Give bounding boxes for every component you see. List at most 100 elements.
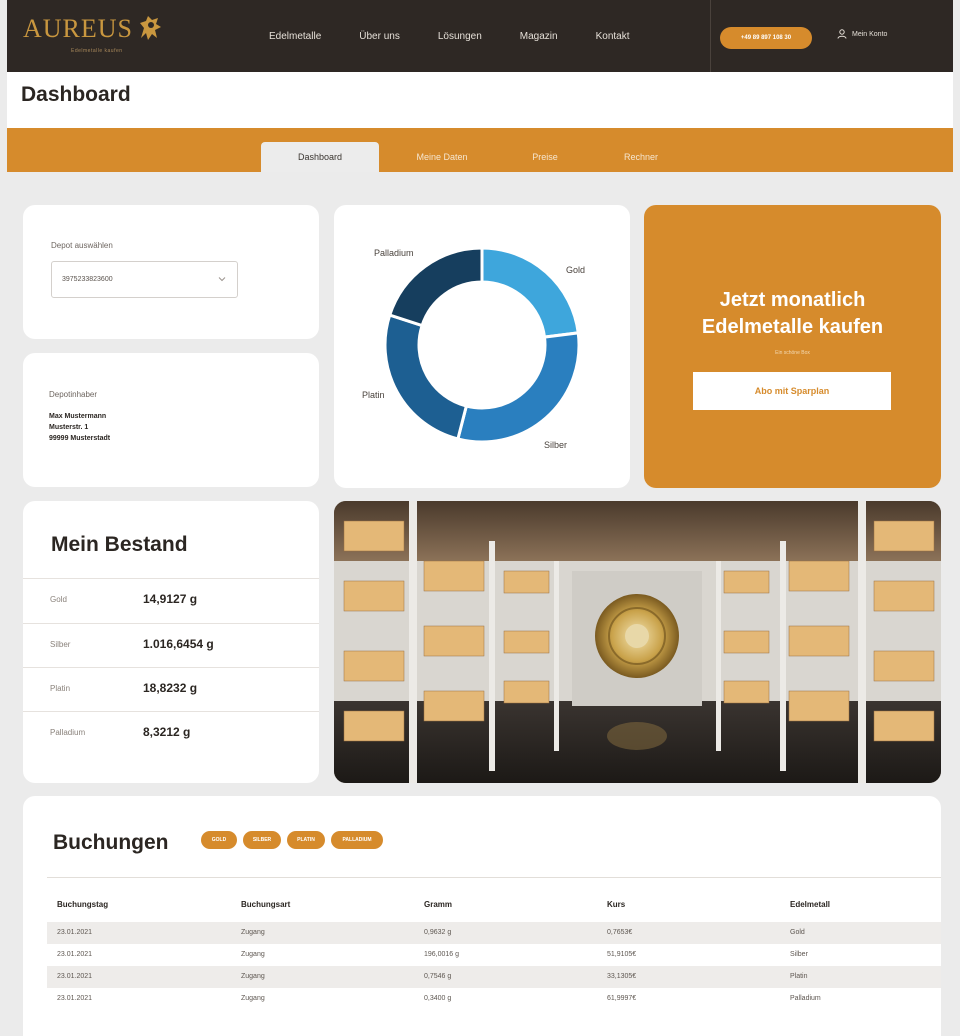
donut-label-gold: Gold: [566, 265, 585, 275]
table-cell: Zugang: [241, 973, 265, 980]
metal-distribution-chart: Gold Silber Platin Palladium: [362, 246, 585, 450]
tab-preise[interactable]: Preise: [515, 142, 575, 172]
logo[interactable]: AUREUS Edelmetalle kaufen: [23, 14, 165, 54]
page-title: Dashboard: [21, 83, 131, 106]
table-cell: 23.01.2021: [57, 929, 93, 936]
holdings-card: Mein Bestand Gold 14,9127 g Silber 1.016…: [23, 501, 319, 783]
table-cell: Zugang: [241, 951, 265, 958]
table-cell: 0,7653€: [607, 929, 633, 936]
column-header-date: Buchungstag: [57, 900, 109, 909]
holdings-title: Mein Bestand: [51, 533, 188, 556]
logo-text: AUREUS: [23, 14, 134, 43]
promo-title-line1: Jetzt monatlich: [719, 289, 866, 311]
nav-divider: [710, 0, 711, 72]
logo-tagline: Edelmetalle kaufen: [71, 48, 123, 54]
donut-label-silber: Silber: [544, 440, 567, 450]
nav-item-edelmetalle[interactable]: Edelmetalle: [269, 31, 321, 42]
donut-slice-gold: [480, 246, 580, 339]
table-row: 23.01.2021 Zugang 0,9632 g 0,7653€ Gold: [47, 922, 941, 944]
table-cell: Zugang: [241, 995, 265, 1002]
depot-card: Depot auswählen 3975233823600: [23, 205, 319, 339]
tab-meine-daten[interactable]: Meine Daten: [399, 142, 485, 172]
holding-value: 14,9127 g: [143, 592, 198, 606]
owner-city: 99999 Musterstadt: [49, 435, 111, 442]
donut-label-palladium: Palladium: [374, 248, 414, 258]
lion-icon: [140, 16, 162, 40]
tab-bar: Dashboard Meine Daten Preise Rechner: [7, 128, 953, 172]
donut-slice-palladium: [387, 246, 484, 328]
holding-metal: Platin: [50, 684, 71, 693]
table-cell: Gold: [790, 929, 805, 936]
table-cell: 0,3400 g: [424, 995, 452, 1002]
table-cell: 0,9632 g: [424, 929, 452, 936]
table-row: 23.01.2021 Zugang 196,0016 g 51,9105€ Si…: [47, 944, 941, 966]
tab-rechner[interactable]: Rechner: [611, 142, 671, 172]
column-header-rate: Kurs: [607, 900, 626, 909]
table-row: 23.01.2021 Zugang 0,7546 g 33,1305€ Plat…: [47, 966, 941, 988]
depot-label: Depot auswählen: [51, 241, 113, 250]
bookings-title: Buchungen: [53, 831, 169, 854]
holding-metal: Silber: [50, 640, 71, 649]
table-cell: Platin: [790, 973, 808, 980]
table-cell: 0,7546 g: [424, 973, 452, 980]
column-header-type: Buchungsart: [241, 900, 291, 909]
table-cell: 23.01.2021: [57, 973, 93, 980]
nav-item-magazin[interactable]: Magazin: [520, 31, 558, 42]
table-cell: Zugang: [241, 929, 265, 936]
table-row: 23.01.2021 Zugang 0,3400 g 61,9997€ Pall…: [47, 988, 941, 1010]
user-icon: [837, 29, 847, 39]
filter-silber-button[interactable]: SILBER: [243, 831, 281, 849]
promo-title: Jetzt monatlich Edelmetalle kaufen: [644, 287, 941, 341]
donut-slice-platin: [383, 313, 469, 441]
account-label: Mein Konto: [852, 30, 888, 38]
owner-name: Max Mustermann: [49, 413, 107, 420]
promo-subtext: Ein schöne Box: [775, 350, 810, 356]
owner-label: Depotinhaber: [49, 390, 98, 399]
promo-title-line2: Edelmetalle kaufen: [701, 316, 884, 338]
table-cell: 23.01.2021: [57, 951, 93, 958]
nav-item-kontakt[interactable]: Kontakt: [596, 31, 630, 42]
holding-value: 18,8232 g: [143, 681, 198, 695]
page-header: Dashboard: [7, 72, 953, 128]
column-header-grams: Gramm: [424, 900, 453, 909]
holding-row: Platin 18,8232 g: [23, 667, 319, 712]
phone-button[interactable]: +49 89 897 108 30: [720, 27, 812, 49]
account-link[interactable]: Mein Konto: [837, 29, 887, 39]
owner-card: Depotinhaber Max Mustermann Musterstr. 1…: [23, 353, 319, 487]
vault-illustration: [334, 501, 941, 783]
top-navigation: AUREUS Edelmetalle kaufen Edelmetalle Üb…: [7, 0, 953, 72]
holding-row: Palladium 8,3212 g: [23, 711, 319, 756]
filter-platin-button[interactable]: PLATIN: [287, 831, 325, 849]
nav-item-loesungen[interactable]: Lösungen: [438, 31, 482, 42]
holding-value: 8,3212 g: [143, 725, 191, 739]
donut-label-platin: Platin: [362, 390, 385, 400]
table-divider: [47, 877, 941, 878]
holding-row: Silber 1.016,6454 g: [23, 623, 319, 668]
filter-palladium-button[interactable]: PALLADIUM: [331, 831, 383, 849]
bookings-card: Buchungen GOLD SILBER PLATIN PALLADIUM B…: [23, 796, 941, 1036]
table-cell: Silber: [790, 951, 808, 958]
tab-dashboard[interactable]: Dashboard: [261, 142, 379, 172]
main-nav: Edelmetalle Über uns Lösungen Magazin Ko…: [269, 0, 668, 72]
holding-value: 1.016,6454 g: [143, 637, 214, 651]
chevron-down-icon: [218, 277, 226, 282]
promo-card: Jetzt monatlich Edelmetalle kaufen Ein s…: [644, 205, 941, 488]
owner-street: Musterstr. 1: [49, 424, 89, 431]
table-cell: 196,0016 g: [424, 951, 460, 958]
donut-slice-silber: [456, 331, 581, 444]
filter-gold-button[interactable]: GOLD: [201, 831, 237, 849]
holding-metal: Palladium: [50, 728, 86, 737]
table-cell: 51,9105€: [607, 951, 637, 958]
depot-select[interactable]: 3975233823600: [51, 261, 238, 298]
holding-metal: Gold: [50, 595, 67, 604]
table-cell: 23.01.2021: [57, 995, 93, 1002]
column-header-metal: Edelmetall: [790, 900, 831, 909]
table-cell: 33,1305€: [607, 973, 637, 980]
savings-plan-button[interactable]: Abo mit Sparplan: [693, 372, 891, 410]
vault-image: [334, 501, 941, 783]
depot-selected-value: 3975233823600: [62, 276, 113, 283]
holding-row: Gold 14,9127 g: [23, 578, 319, 623]
nav-item-ueber-uns[interactable]: Über uns: [359, 31, 400, 42]
chart-card: Gold Silber Platin Palladium: [334, 205, 630, 488]
table-cell: Palladium: [790, 995, 821, 1002]
